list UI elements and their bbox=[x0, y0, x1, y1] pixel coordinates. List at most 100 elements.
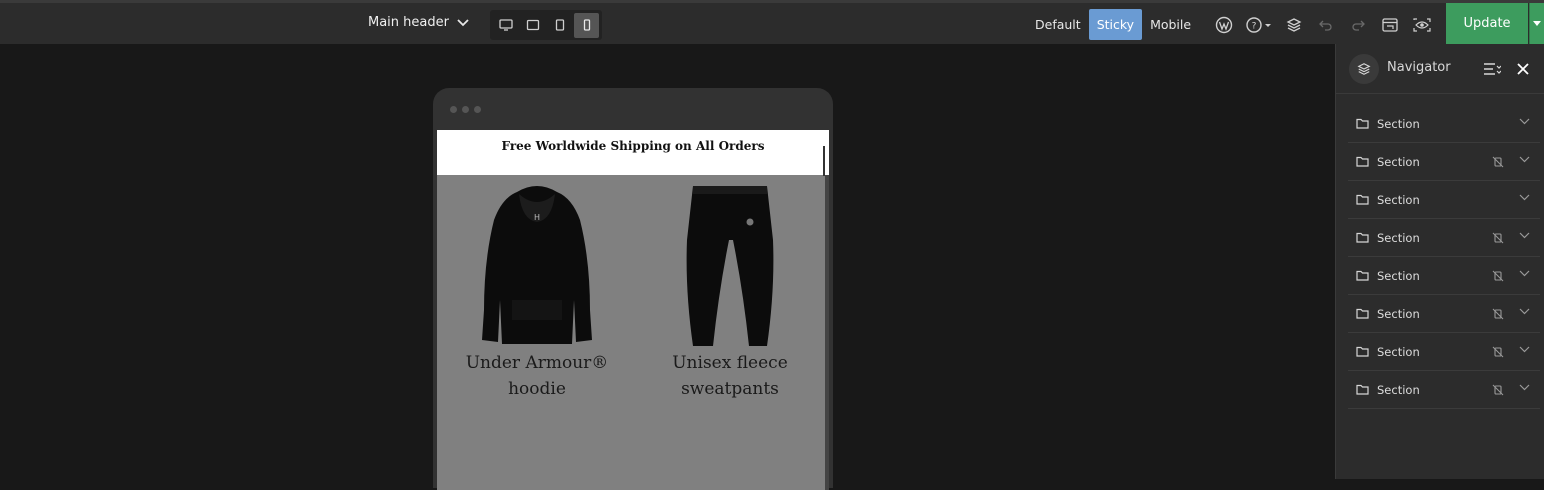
state-mobile-button[interactable]: Mobile bbox=[1142, 9, 1199, 40]
preview-screen[interactable]: Free Worldwide Shipping on All Orders H … bbox=[437, 130, 829, 490]
product-name-line: hoodie bbox=[508, 379, 566, 399]
eye-off-icon[interactable] bbox=[1492, 308, 1504, 320]
state-sticky-button[interactable]: Sticky bbox=[1088, 8, 1143, 40]
eye-off-icon[interactable] bbox=[1492, 270, 1504, 282]
navigator-item-label: Section bbox=[1377, 192, 1420, 207]
header-selector[interactable]: Main header bbox=[368, 15, 469, 30]
redo-icon bbox=[1352, 20, 1365, 31]
preview-eye-icon bbox=[1413, 18, 1431, 32]
close-navigator-button[interactable] bbox=[1513, 59, 1533, 79]
window-dots bbox=[450, 106, 481, 113]
folder-icon bbox=[1356, 232, 1369, 243]
chevron-down-icon[interactable] bbox=[1519, 232, 1530, 239]
window-dot bbox=[474, 106, 481, 113]
navigator-title: Navigator bbox=[1387, 60, 1451, 75]
desktop-icon bbox=[498, 19, 513, 31]
navigator-item-label: Section bbox=[1377, 306, 1420, 321]
hoodie-image: H bbox=[482, 186, 592, 344]
sweatpants-image bbox=[686, 186, 774, 346]
help-icon: ? bbox=[1246, 17, 1271, 33]
navigator-item-section[interactable]: Section bbox=[1348, 105, 1540, 143]
navigator-item-section[interactable]: Section bbox=[1348, 143, 1540, 181]
laptop-mode-button[interactable] bbox=[520, 13, 545, 38]
navigator-logo bbox=[1349, 54, 1379, 84]
undo-button[interactable] bbox=[1310, 12, 1342, 38]
shipping-banner-text: Free Worldwide Shipping on All Orders bbox=[501, 139, 765, 153]
update-options-button[interactable] bbox=[1529, 3, 1544, 44]
navigator-item-label: Section bbox=[1377, 382, 1420, 397]
navigator-item-section[interactable]: Section bbox=[1348, 219, 1540, 257]
caret-down-icon bbox=[1533, 21, 1541, 26]
chevron-down-icon bbox=[457, 18, 469, 26]
navigator-item-section[interactable]: Section bbox=[1348, 181, 1540, 219]
folder-icon bbox=[1356, 308, 1369, 319]
tablet-mode-button[interactable] bbox=[547, 13, 572, 38]
eye-off-icon[interactable] bbox=[1492, 346, 1504, 358]
navigator-item-label: Section bbox=[1377, 268, 1420, 283]
layers-icon bbox=[1286, 18, 1302, 32]
expand-all-button[interactable] bbox=[1482, 59, 1502, 79]
close-icon bbox=[1517, 63, 1529, 75]
folder-icon bbox=[1356, 384, 1369, 395]
chevron-down-icon[interactable] bbox=[1519, 308, 1530, 315]
top-toolbar: Main header Default Sticky Mobile ? Upda… bbox=[0, 0, 1544, 44]
folder-icon bbox=[1356, 346, 1369, 357]
layers-icon bbox=[1357, 63, 1371, 75]
product-card[interactable]: Unisex fleece sweatpants bbox=[634, 180, 826, 402]
product-name: Under Armour® hoodie bbox=[441, 350, 633, 402]
preview-button[interactable] bbox=[1406, 12, 1438, 38]
mobile-mode-button[interactable] bbox=[574, 12, 599, 38]
product-name-line: Unisex fleece bbox=[672, 353, 788, 373]
state-default-button[interactable]: Default bbox=[1027, 9, 1089, 40]
product-name-line: Under Armour® bbox=[465, 353, 609, 373]
folder-icon bbox=[1356, 270, 1369, 281]
navigator-item-section[interactable]: Section bbox=[1348, 333, 1540, 371]
mobile-icon bbox=[583, 19, 590, 31]
redo-button[interactable] bbox=[1342, 12, 1374, 38]
navigator-item-section[interactable]: Section bbox=[1348, 295, 1540, 333]
navigator-item-section[interactable]: Section bbox=[1348, 371, 1540, 409]
folder-icon bbox=[1356, 118, 1369, 129]
window-dot bbox=[450, 106, 457, 113]
folder-icon bbox=[1356, 194, 1369, 205]
chevron-down-icon[interactable] bbox=[1519, 270, 1530, 277]
desktop-mode-button[interactable] bbox=[493, 13, 518, 38]
navigator-panel: Navigator Section Section Section Section Se… bbox=[1335, 44, 1544, 479]
product-card[interactable]: H Under Armour® hoodie bbox=[441, 180, 633, 402]
mobile-preview-frame: Free Worldwide Shipping on All Orders H … bbox=[433, 88, 833, 490]
layers-button[interactable] bbox=[1278, 12, 1310, 38]
eye-off-icon[interactable] bbox=[1492, 384, 1504, 396]
eye-off-icon[interactable] bbox=[1492, 156, 1504, 168]
svg-text:?: ? bbox=[1252, 22, 1257, 32]
navigator-item-label: Section bbox=[1377, 116, 1420, 131]
browser-window-icon bbox=[1382, 18, 1398, 32]
chevron-down-icon[interactable] bbox=[1519, 118, 1530, 125]
banner-scroll-indicator bbox=[823, 146, 825, 176]
window-dot bbox=[462, 106, 469, 113]
chevron-down-icon[interactable] bbox=[1519, 384, 1530, 391]
chevron-down-icon[interactable] bbox=[1519, 194, 1530, 201]
navigator-header: Navigator bbox=[1336, 44, 1544, 94]
tablet-icon bbox=[555, 19, 564, 31]
eye-off-icon[interactable] bbox=[1492, 232, 1504, 244]
navigator-tree: Section Section Section Section Section Secti… bbox=[1348, 105, 1540, 409]
navigator-item-section[interactable]: Section bbox=[1348, 257, 1540, 295]
navigator-item-label: Section bbox=[1377, 154, 1420, 169]
laptop-icon bbox=[526, 19, 539, 31]
wordpress-button[interactable] bbox=[1208, 12, 1240, 38]
update-button[interactable]: Update bbox=[1446, 3, 1528, 44]
navigator-item-label: Section bbox=[1377, 230, 1420, 245]
navigator-item-label: Section bbox=[1377, 344, 1420, 359]
chevron-down-icon[interactable] bbox=[1519, 156, 1530, 163]
chevron-down-icon[interactable] bbox=[1519, 346, 1530, 353]
product-name: Unisex fleece sweatpants bbox=[634, 350, 826, 402]
help-button[interactable]: ? bbox=[1240, 12, 1278, 38]
toolbar-actions: ? bbox=[1208, 12, 1438, 38]
shipping-banner[interactable]: Free Worldwide Shipping on All Orders bbox=[437, 130, 829, 176]
template-button[interactable] bbox=[1374, 12, 1406, 38]
svg-text:H: H bbox=[534, 213, 540, 222]
device-switcher bbox=[490, 10, 602, 40]
undo-icon bbox=[1319, 20, 1332, 31]
folder-icon bbox=[1356, 156, 1369, 167]
state-switcher: Default Sticky Mobile bbox=[1027, 8, 1199, 40]
